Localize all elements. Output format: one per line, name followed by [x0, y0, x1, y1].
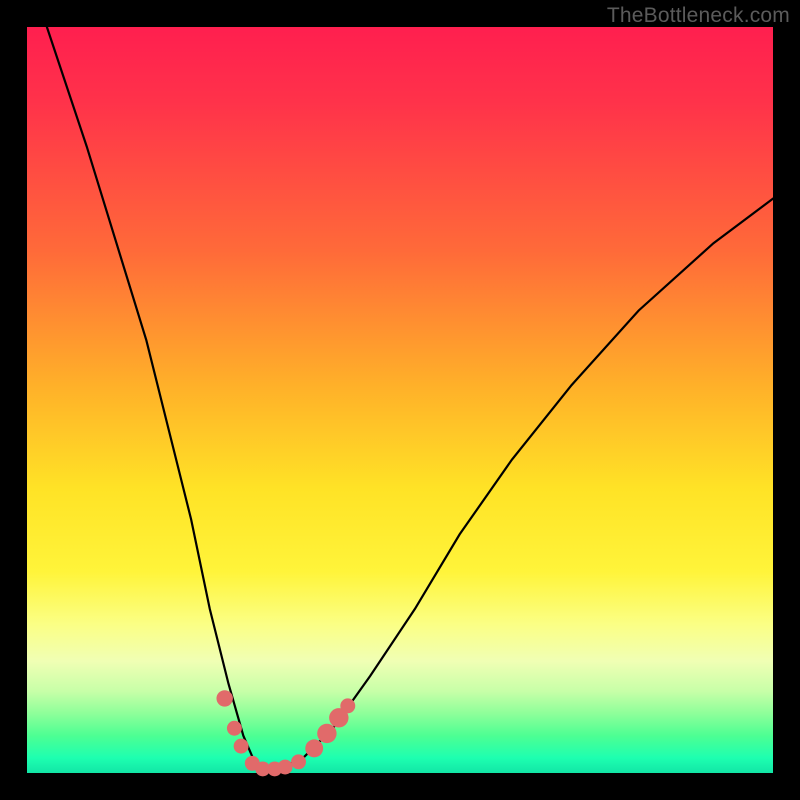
curve-marker [234, 739, 249, 754]
watermark-text: TheBottleneck.com [607, 4, 790, 28]
curve-markers [216, 690, 355, 776]
curve-marker [291, 754, 306, 769]
curve-marker [340, 698, 355, 713]
curve-marker [317, 724, 336, 743]
chart-svg [27, 27, 773, 773]
curve-marker [305, 739, 323, 757]
curve-marker [227, 721, 242, 736]
curve-marker [216, 690, 232, 706]
plot-area [27, 27, 773, 773]
bottleneck-curve [27, 0, 773, 769]
chart-frame: TheBottleneck.com [0, 0, 800, 800]
curve-marker [278, 760, 293, 775]
